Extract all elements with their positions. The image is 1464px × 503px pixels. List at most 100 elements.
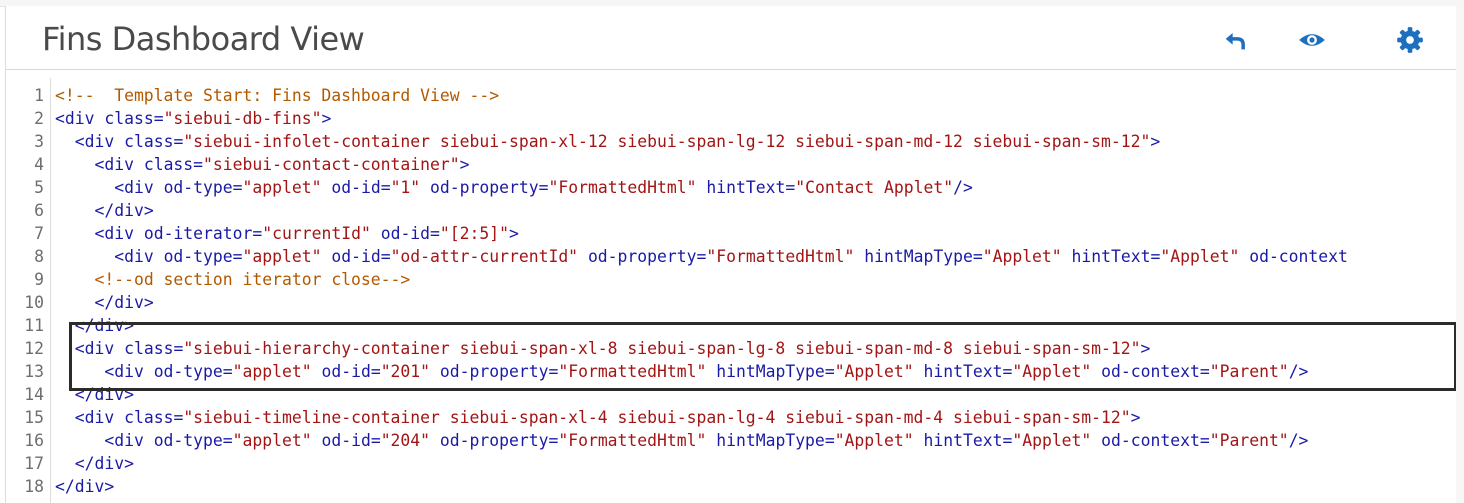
code-line[interactable]: 10 </div>: [6, 291, 1457, 314]
token-tag: [321, 178, 331, 197]
line-number: 1: [34, 86, 44, 105]
token-p: =: [222, 362, 233, 381]
token-attr: od-context: [1101, 431, 1200, 450]
code-line[interactable]: 3 <div class="siebui-infolet-container s…: [6, 130, 1457, 153]
token-attr: class: [124, 132, 174, 151]
token-tag: <div: [104, 362, 154, 381]
token-str: "siebui-timeline-container siebui-span-x…: [183, 408, 1131, 427]
token-tag: [1062, 247, 1072, 266]
code-line[interactable]: 17 </div>: [6, 452, 1457, 475]
token-p: =: [370, 431, 381, 450]
token-com: <!--od section iterator close-->: [94, 270, 411, 289]
code-text: </div>: [55, 383, 134, 406]
token-p: =: [1002, 362, 1013, 381]
code-text: </div>: [55, 475, 114, 498]
token-p: =: [824, 362, 835, 381]
code-line[interactable]: 9 <!--od section iterator close-->: [6, 268, 1457, 291]
code-line[interactable]: 2 <div class="siebui-db-fins">: [6, 107, 1457, 130]
code-line[interactable]: 13 <div od-type="applet" od-id="201" od-…: [6, 360, 1457, 383]
code-text: <!--od section iterator close-->: [55, 268, 410, 291]
token-str: "[2:5]": [439, 224, 509, 243]
line-number: 18: [24, 477, 44, 496]
code-line[interactable]: 16 <div od-type="applet" od-id="204" od-…: [6, 429, 1457, 452]
token-tag: >: [1130, 408, 1141, 427]
code-line[interactable]: 5 <div od-type="applet" od-id="1" od-pro…: [6, 176, 1457, 199]
code-line[interactable]: 8 <div od-type="applet" od-id="od-attr-c…: [6, 245, 1457, 268]
token-str: "Parent": [1209, 362, 1289, 381]
token-str: "Applet": [1160, 247, 1240, 266]
token-str: "siebui-infolet-container siebui-span-xl…: [183, 132, 1151, 151]
token-attr: hintText: [923, 362, 1003, 381]
token-tag: <div: [94, 224, 144, 243]
token-attr: class: [104, 109, 154, 128]
token-attr: od-id: [321, 431, 371, 450]
token-attr: od-id: [380, 224, 431, 243]
line-number: 2: [34, 109, 44, 128]
line-number: 13: [24, 362, 44, 381]
undo-button[interactable]: [1221, 26, 1249, 54]
token-attr: hintMapType: [716, 431, 825, 450]
code-text: <div od-type="applet" od-id="204" od-pro…: [55, 429, 1308, 452]
token-str: "Contact Applet": [795, 178, 954, 197]
code-line[interactable]: 6 </div>: [6, 199, 1457, 222]
settings-button[interactable]: [1396, 26, 1424, 54]
token-attr: class: [124, 408, 174, 427]
token-p: =: [153, 109, 164, 128]
token-str: "currentId": [262, 224, 371, 243]
token-tag: [312, 431, 322, 450]
code-line[interactable]: 18 </div>: [6, 475, 1457, 498]
code-line[interactable]: 1 <!-- Template Start: Fins Dashboard Vie…: [6, 84, 1457, 107]
token-str: "applet": [242, 178, 322, 197]
code-line[interactable]: 12 <div class="siebui-hierarchy-containe…: [6, 337, 1457, 360]
code-text: <div od-type="applet" od-id="od-attr-cur…: [55, 245, 1348, 268]
token-str: "204": [380, 431, 431, 450]
token-tag: [1239, 247, 1249, 266]
token-p: =: [538, 178, 549, 197]
token-str: "siebui-hierarchy-container siebui-span-…: [183, 339, 1141, 358]
token-tag: </div>: [55, 477, 115, 496]
token-str: "FormattedHtml": [558, 431, 707, 450]
preview-button[interactable]: [1298, 26, 1326, 54]
token-attr: od-property: [439, 431, 549, 450]
token-attr: od-iterator: [143, 224, 253, 243]
token-attr: od-id: [331, 178, 381, 197]
token-p: =: [380, 247, 391, 266]
gear-icon: [1397, 27, 1423, 53]
token-str: "applet": [232, 362, 312, 381]
token-tag: <div: [74, 132, 125, 151]
line-number: 3: [34, 132, 44, 151]
token-tag: <div: [114, 247, 164, 266]
token-tag: [914, 362, 924, 381]
token-attr: od-property: [430, 178, 539, 197]
token-str: "siebui-db-fins": [163, 109, 322, 128]
token-str: "201": [380, 362, 431, 381]
token-p: =: [548, 362, 559, 381]
code-text: <div class="siebui-infolet-container sie…: [55, 130, 1161, 153]
code-text: <div class="siebui-timeline-container si…: [55, 406, 1141, 429]
eye-icon: [1299, 34, 1325, 46]
line-number: 15: [24, 408, 44, 427]
token-tag: [1091, 362, 1101, 381]
token-str: "Applet": [982, 247, 1062, 266]
token-tag: <div: [114, 178, 164, 197]
code-editor[interactable]: 1 <!-- Template Start: Fins Dashboard Vie…: [6, 78, 1457, 503]
token-tag: [578, 247, 588, 266]
token-tag: </div>: [74, 385, 134, 404]
token-attr: hintText: [923, 431, 1003, 450]
code-line[interactable]: 14 </div>: [6, 383, 1457, 406]
token-attr: class: [124, 339, 174, 358]
code-line[interactable]: 4 <div class="siebui-contact-container">: [6, 153, 1457, 176]
code-text: <div class="siebui-db-fins">: [55, 107, 331, 130]
token-str: "Parent": [1209, 431, 1289, 450]
line-number: 4: [34, 155, 44, 174]
code-line[interactable]: 11 </div>: [6, 314, 1457, 337]
token-tag: >: [459, 155, 470, 174]
line-number: 8: [34, 247, 44, 266]
token-attr: hintMapType: [716, 362, 825, 381]
code-line[interactable]: 7 <div od-iterator="currentId" od-id="[2…: [6, 222, 1457, 245]
vertical-scrollbar[interactable]: [1456, 6, 1464, 503]
token-tag: [854, 247, 864, 266]
code-text: <div od-iterator="currentId" od-id="[2:5…: [55, 222, 518, 245]
code-line[interactable]: 15 <div class="siebui-timeline-container…: [6, 406, 1457, 429]
token-com: <!-- Template Start: Fins Dashboard View…: [55, 86, 500, 105]
